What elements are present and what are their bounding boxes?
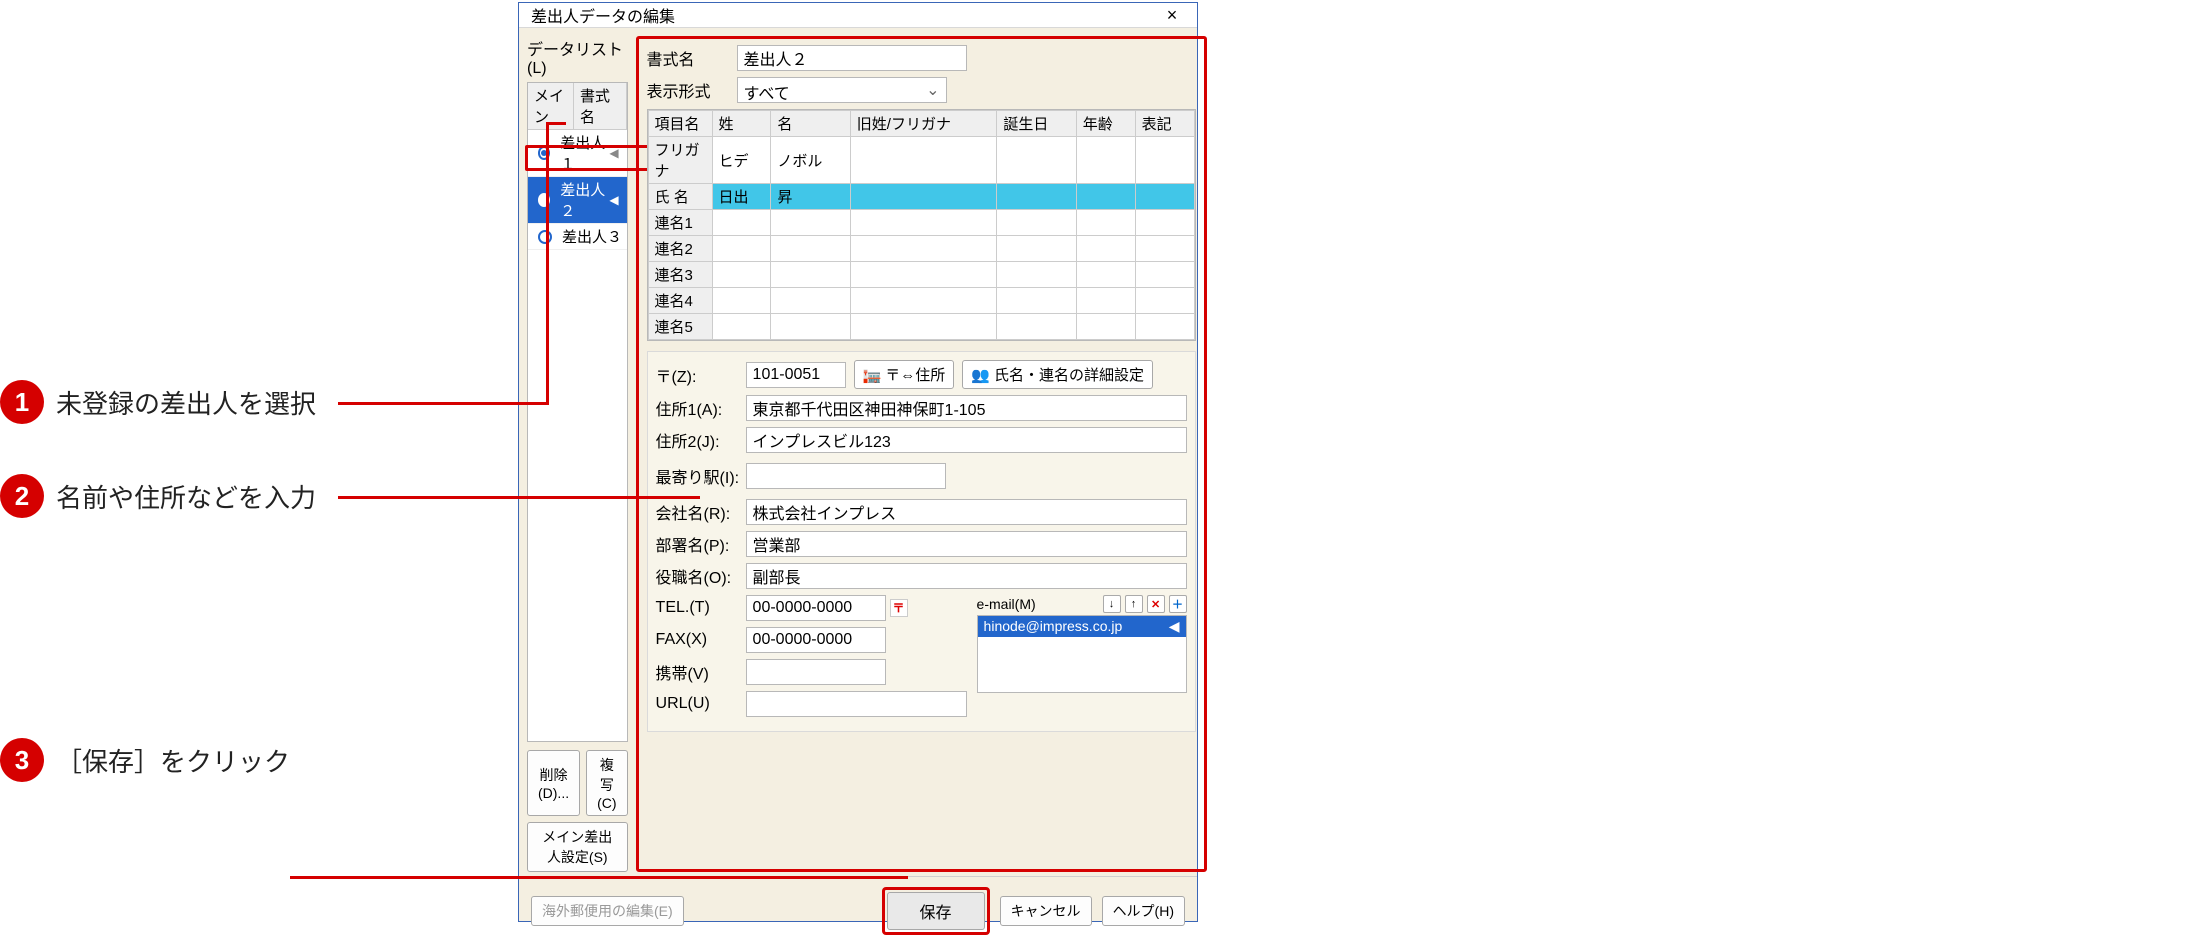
postmark-icon: 🏣	[863, 366, 882, 384]
save-button[interactable]: 保存	[887, 892, 985, 930]
mobile-input[interactable]	[746, 659, 886, 685]
titlebar: 差出人データの編集 ×	[519, 3, 1197, 28]
people-icon: 👥	[971, 366, 990, 384]
post-icon[interactable]: 〒	[890, 599, 908, 617]
name-detail-button[interactable]: 👥氏名・連名の詳細設定	[962, 360, 1153, 389]
add-icon[interactable]: ＋	[1169, 595, 1187, 613]
table-row[interactable]: 連名1	[648, 210, 1194, 236]
callout-1-text: 未登録の差出人を選択	[56, 384, 316, 421]
close-icon[interactable]: ×	[1155, 5, 1189, 26]
dept-label: 部署名(P):	[656, 532, 746, 556]
dept-input[interactable]	[746, 531, 1187, 557]
table-row[interactable]: 連名2	[648, 236, 1194, 262]
email-list[interactable]: hinode@impress.co.jp ◀	[977, 615, 1187, 693]
url-label: URL(U)	[656, 695, 746, 713]
delete-icon[interactable]: ✕	[1147, 595, 1165, 613]
zip-input[interactable]	[746, 362, 846, 388]
name-grid[interactable]: 項目名 姓 名 旧姓/フリガナ 誕生日 年齢 表記 フリガナ ヒデ	[647, 109, 1196, 341]
grid-header: 表記	[1135, 111, 1194, 137]
format-name-input[interactable]	[737, 45, 967, 71]
list-item-label: 差出人１	[560, 132, 609, 174]
callout-2-num: 2	[0, 474, 44, 518]
display-type-label: 表示形式	[647, 78, 737, 102]
addr1-input[interactable]	[746, 395, 1187, 421]
arrow-down-icon[interactable]: ↓	[1103, 595, 1121, 613]
station-input[interactable]	[746, 463, 946, 489]
main-sender-button[interactable]: メイン差出人設定(S)	[527, 822, 628, 872]
grid-header: 姓	[712, 111, 771, 137]
url-input[interactable]	[746, 691, 967, 717]
display-type-select[interactable]: すべて	[737, 77, 947, 103]
chevron-left-icon: ◀	[609, 193, 622, 207]
list-item[interactable]: hinode@impress.co.jp ◀	[978, 616, 1186, 637]
callout-1-num: 1	[0, 380, 44, 424]
addr1-label: 住所1(A):	[656, 396, 746, 420]
chevron-left-icon: ◀	[609, 146, 622, 160]
table-row[interactable]: 連名4	[648, 288, 1194, 314]
zip-to-address-button[interactable]: 🏣〒⇔住所	[854, 360, 955, 389]
addr2-input[interactable]	[746, 427, 1187, 453]
grid-header: 名	[771, 111, 850, 137]
fax-label: FAX(X)	[656, 631, 746, 649]
format-name-label: 書式名	[647, 46, 737, 70]
list-item[interactable]: 差出人２ ◀	[528, 177, 627, 224]
copy-button[interactable]: 複写(C)	[586, 750, 627, 816]
arrow-up-icon[interactable]: ↑	[1125, 595, 1143, 613]
datalist-label: データリスト(L)	[527, 36, 628, 78]
cancel-button[interactable]: キャンセル	[1000, 896, 1092, 926]
datalist-header-name: 書式名	[574, 83, 627, 129]
company-label: 会社名(R):	[656, 500, 746, 524]
zip-label: 〒(Z):	[656, 363, 746, 387]
callout-3-text: ［保存］をクリック	[56, 742, 290, 779]
list-item-label: 差出人２	[560, 179, 609, 221]
role-input[interactable]	[746, 563, 1187, 589]
help-button[interactable]: ヘルプ(H)	[1102, 896, 1185, 926]
overseas-button[interactable]: 海外郵便用の編集(E)	[531, 896, 684, 926]
table-row[interactable]: フリガナ ヒデ ノボル	[648, 137, 1194, 184]
datalist[interactable]: メイン 書式名 差出人１ ◀ 差出人２ ◀ 差出人３	[527, 82, 628, 742]
form-panel: 書式名 表示形式 すべて 項目名 姓 名 旧姓/フリガナ 誕生日	[636, 36, 1207, 872]
addr2-label: 住所2(J):	[656, 428, 746, 452]
mobile-label: 携帯(V)	[656, 660, 746, 684]
delete-button[interactable]: 削除(D)...	[527, 750, 580, 816]
tel-input[interactable]	[746, 595, 886, 621]
callout-3-num: 3	[0, 738, 44, 782]
dialog-title: 差出人データの編集	[531, 3, 675, 27]
company-input[interactable]	[746, 499, 1187, 525]
station-label: 最寄り駅(I):	[656, 464, 746, 488]
grid-header: 年齢	[1076, 111, 1135, 137]
table-row[interactable]: 氏 名 日出 昇	[648, 184, 1194, 210]
role-label: 役職名(O):	[656, 564, 746, 588]
chevron-left-icon: ◀	[1169, 618, 1180, 635]
email-label: e-mail(M)	[977, 596, 1036, 612]
table-row[interactable]: 連名3	[648, 262, 1194, 288]
fax-input[interactable]	[746, 627, 886, 653]
grid-header: 誕生日	[997, 111, 1076, 137]
dialog-sender-edit: 差出人データの編集 × データリスト(L) メイン 書式名 差出人１ ◀ 差出人…	[518, 2, 1198, 922]
list-item-label: 差出人３	[562, 226, 622, 247]
list-item[interactable]: 差出人１ ◀	[528, 130, 627, 177]
callout-2-text: 名前や住所などを入力	[56, 478, 316, 515]
grid-header: 項目名	[648, 111, 712, 137]
tel-label: TEL.(T)	[656, 599, 746, 617]
grid-header: 旧姓/フリガナ	[850, 111, 997, 137]
bottom-bar: 海外郵便用の編集(E) 保存 キャンセル ヘルプ(H)	[519, 876, 1197, 945]
radio-icon[interactable]	[538, 230, 552, 244]
callout-3: 3 ［保存］をクリック	[0, 738, 500, 782]
list-item[interactable]: 差出人３	[528, 224, 627, 250]
table-row[interactable]: 連名5	[648, 314, 1194, 340]
